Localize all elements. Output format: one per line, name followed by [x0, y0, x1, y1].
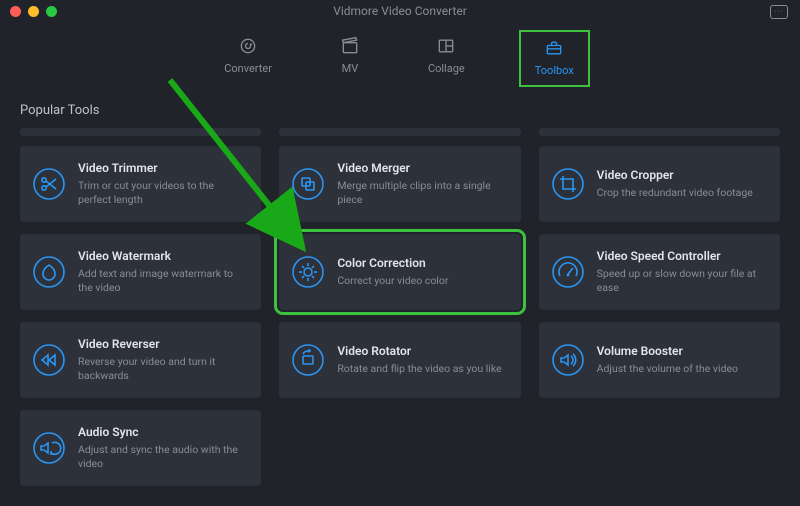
scissors-icon: [32, 167, 66, 201]
clapboard-icon: [340, 36, 360, 56]
close-window-button[interactable]: [10, 6, 21, 17]
card-title: Video Speed Controller: [597, 249, 766, 263]
spacer-card: [279, 128, 520, 136]
card-title: Video Watermark: [78, 249, 247, 263]
card-title: Video Rotator: [337, 344, 506, 358]
card-desc: Merge multiple clips into a single piece: [337, 179, 506, 207]
window-titlebar: Vidmore Video Converter ···: [0, 0, 800, 22]
card-video-trimmer[interactable]: Video Trimmer Trim or cut your videos to…: [20, 146, 261, 222]
converter-icon: [238, 36, 258, 56]
spacer-card: [539, 128, 780, 136]
tab-label: Converter: [224, 62, 272, 75]
card-audio-sync[interactable]: Audio Sync Adjust and sync the audio wit…: [20, 410, 261, 486]
card-video-merger[interactable]: Video Merger Merge multiple clips into a…: [279, 146, 520, 222]
tab-mv[interactable]: MV: [326, 30, 374, 87]
card-title: Volume Booster: [597, 344, 766, 358]
speaker-icon: [551, 343, 585, 377]
collage-icon: [436, 36, 456, 56]
card-desc: Adjust the volume of the video: [597, 362, 766, 376]
card-video-reverser[interactable]: Video Reverser Reverse your video and tu…: [20, 322, 261, 398]
rotate-icon: [291, 343, 325, 377]
card-title: Video Cropper: [597, 168, 766, 182]
window-title: Vidmore Video Converter: [0, 4, 800, 18]
card-desc: Speed up or slow down your file at ease: [597, 267, 766, 295]
card-title: Video Trimmer: [78, 161, 247, 175]
card-desc: Correct your video color: [337, 274, 506, 288]
crop-icon: [551, 167, 585, 201]
card-desc: Add text and image watermark to the vide…: [78, 267, 247, 295]
merge-icon: [291, 167, 325, 201]
tab-converter[interactable]: Converter: [210, 30, 286, 87]
tab-label: Toolbox: [535, 64, 574, 77]
brightness-icon: [291, 255, 325, 289]
card-video-speed[interactable]: Video Speed Controller Speed up or slow …: [539, 234, 780, 310]
zoom-window-button[interactable]: [46, 6, 57, 17]
tab-collage[interactable]: Collage: [414, 30, 479, 87]
tab-label: Collage: [428, 62, 465, 75]
card-video-cropper[interactable]: Video Cropper Crop the redundant video f…: [539, 146, 780, 222]
tab-toolbox[interactable]: Toolbox: [519, 30, 590, 87]
card-title: Audio Sync: [78, 425, 247, 439]
tools-grid: Video Trimmer Trim or cut your videos to…: [0, 146, 800, 486]
window-controls: [10, 6, 57, 17]
card-video-rotator[interactable]: Video Rotator Rotate and flip the video …: [279, 322, 520, 398]
watermark-icon: [32, 255, 66, 289]
rewind-icon: [32, 343, 66, 377]
feedback-icon[interactable]: ···: [770, 5, 788, 19]
toolbox-icon: [544, 38, 564, 58]
spacer-card: [20, 128, 261, 136]
card-video-watermark[interactable]: Video Watermark Add text and image water…: [20, 234, 261, 310]
card-desc: Adjust and sync the audio with the video: [78, 443, 247, 471]
card-desc: Rotate and flip the video as you like: [337, 362, 506, 376]
main-tabs: Converter MV Collage Toolbox: [0, 22, 800, 87]
tab-label: MV: [342, 62, 359, 75]
section-title: Popular Tools: [20, 103, 800, 118]
minimize-window-button[interactable]: [28, 6, 39, 17]
card-volume-booster[interactable]: Volume Booster Adjust the volume of the …: [539, 322, 780, 398]
gauge-icon: [551, 255, 585, 289]
card-color-correction[interactable]: Color Correction Correct your video colo…: [279, 234, 520, 310]
card-desc: Reverse your video and turn it backwards: [78, 355, 247, 383]
audio-sync-icon: [32, 431, 66, 465]
top-spacer-row: [0, 128, 800, 146]
card-title: Video Merger: [337, 161, 506, 175]
card-title: Video Reverser: [78, 337, 247, 351]
card-title: Color Correction: [337, 256, 506, 270]
card-desc: Crop the redundant video footage: [597, 186, 766, 200]
card-desc: Trim or cut your videos to the perfect l…: [78, 179, 247, 207]
